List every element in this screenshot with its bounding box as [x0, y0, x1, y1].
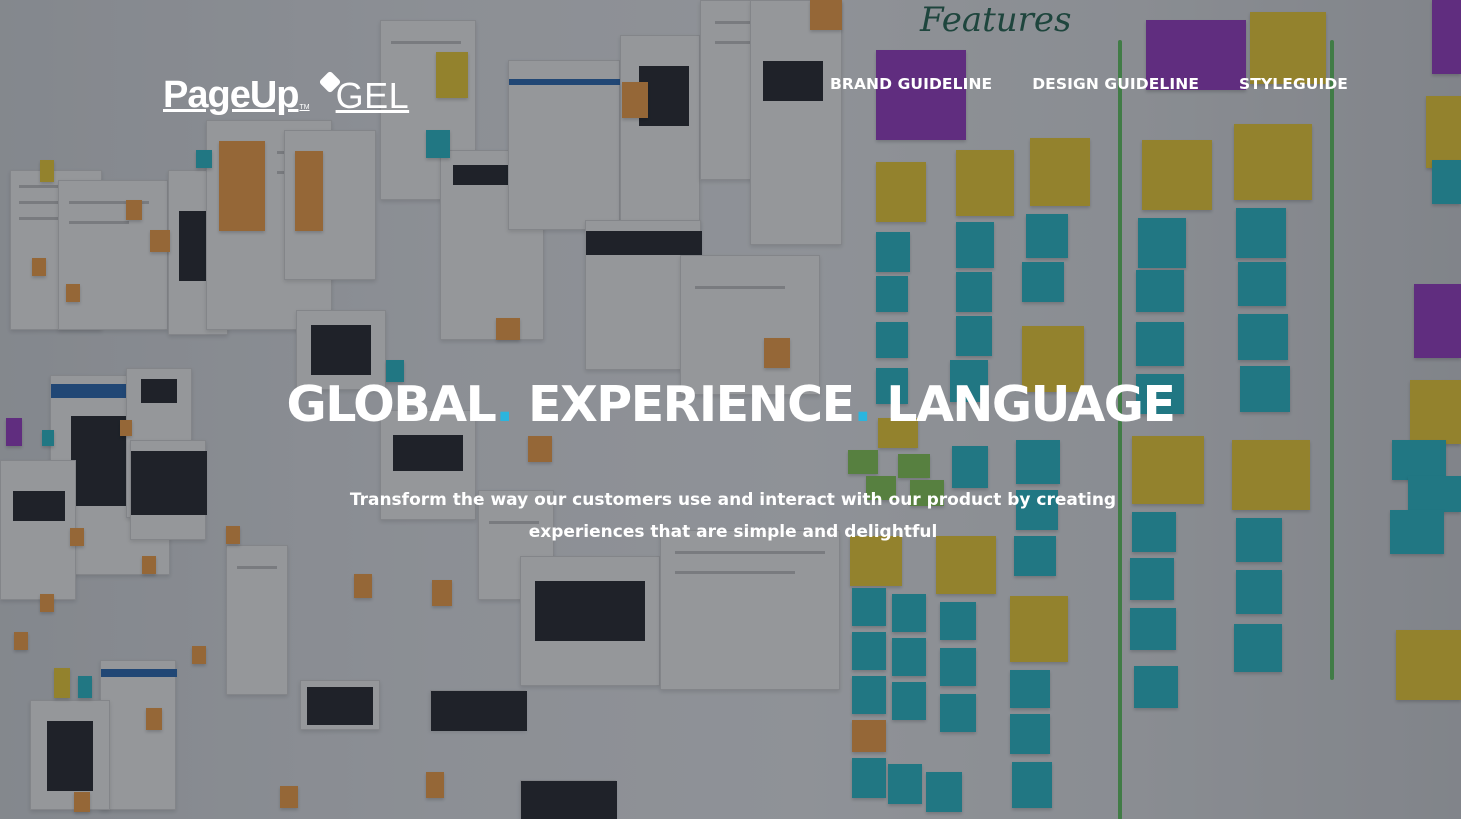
nav-brand-guideline[interactable]: BRAND GUIDELINE: [830, 75, 992, 93]
headline-word-experience: EXPERIENCE: [528, 376, 855, 433]
brand-logo[interactable]: PageUp TM GEL: [163, 68, 409, 114]
accent-dot: .: [495, 376, 514, 433]
trademark-mark: TM: [299, 104, 310, 111]
hero-headline: GLOBAL. EXPERIENCE. LANGUAGE: [0, 378, 1461, 432]
headline-word-global: GLOBAL: [286, 376, 496, 433]
brand-suffix: GEL: [335, 75, 410, 116]
nav-design-guideline[interactable]: DESIGN GUIDELINE: [1032, 75, 1199, 93]
diamond-icon: [316, 68, 344, 96]
brand-name: PageUp: [163, 74, 299, 116]
headline-word-language: LANGUAGE: [886, 376, 1176, 433]
main-nav: BRAND GUIDELINE DESIGN GUIDELINE STYLEGU…: [830, 75, 1348, 93]
accent-dot: .: [853, 376, 873, 433]
hero-subtitle: Transform the way our customers use and …: [349, 490, 1117, 542]
site-header: PageUp TM GEL BRAND GUIDELINE DESIGN GUI…: [0, 0, 1461, 180]
hero-section: Features PageUp TM GEL BRAND GUIDELINE D…: [0, 0, 1461, 819]
nav-styleguide[interactable]: STYLEGUIDE: [1239, 75, 1348, 93]
